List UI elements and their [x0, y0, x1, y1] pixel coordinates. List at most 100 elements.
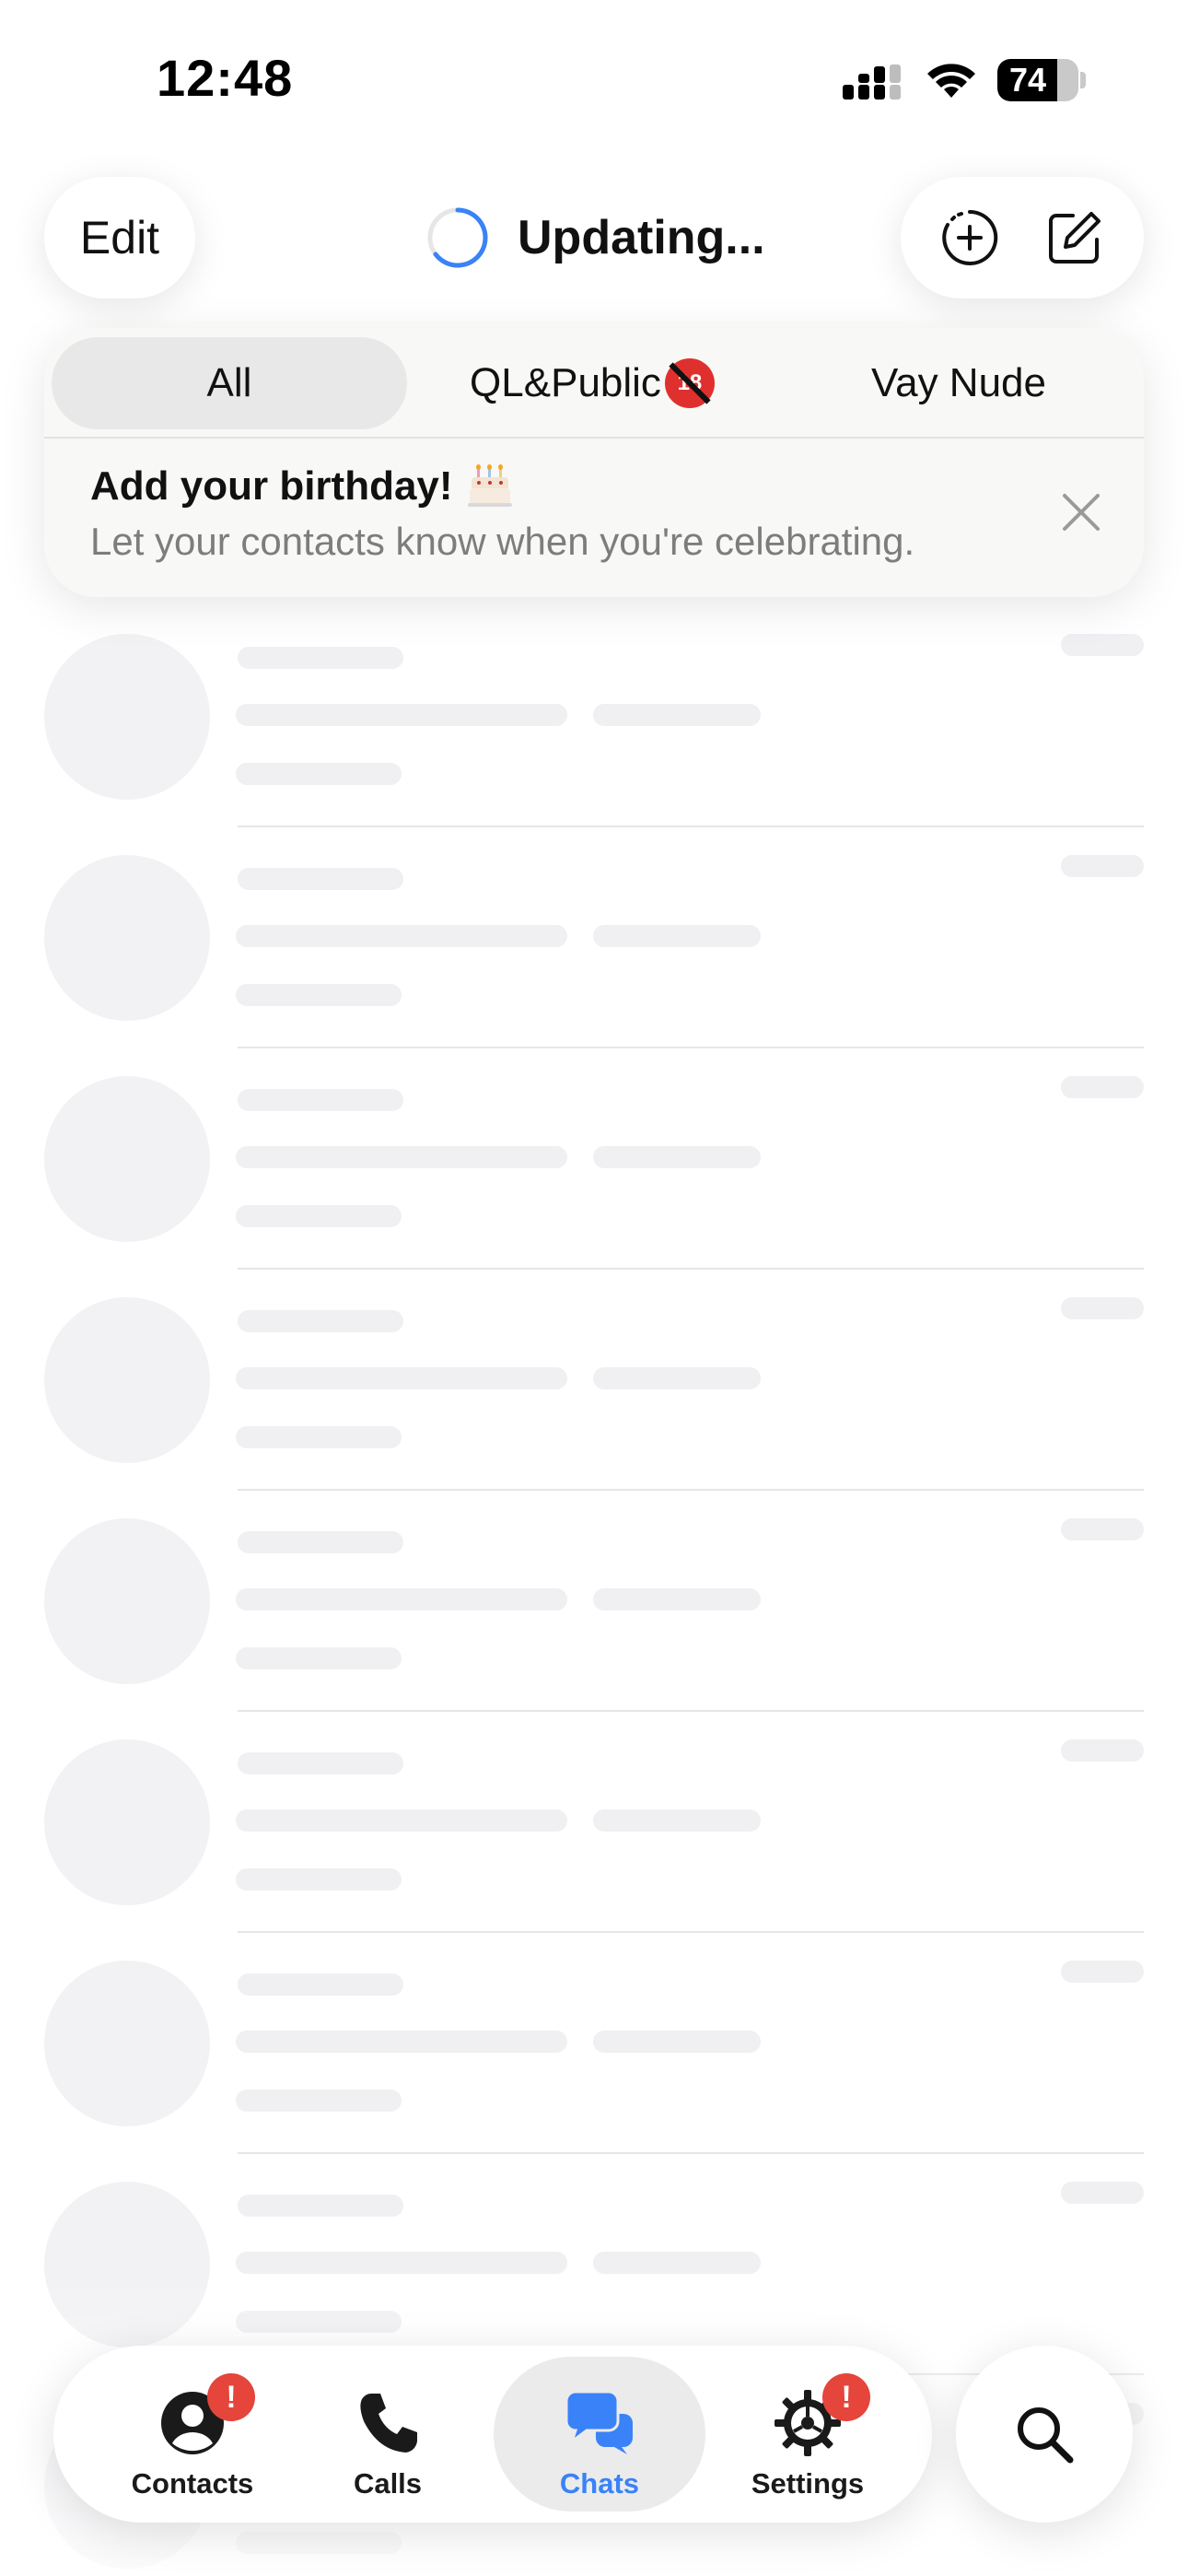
- folders-card: All QL&Public 18 Vay Nude Add your birth…: [44, 328, 1144, 597]
- message-placeholder: [236, 1809, 567, 1832]
- message-placeholder: [236, 704, 567, 726]
- chat-row-placeholder: [0, 1961, 1188, 2182]
- message-placeholder: [236, 2090, 402, 2112]
- updating-status: Updating...: [518, 211, 765, 264]
- chat-row-placeholder: [0, 634, 1188, 855]
- message-placeholder: [236, 1647, 402, 1669]
- avatar-placeholder: [44, 1961, 210, 2126]
- header-title: Updating...: [424, 201, 765, 275]
- cellular-signal-icon: [843, 64, 901, 100]
- chat-row-placeholder: [0, 1076, 1188, 1297]
- battery-icon: 74: [997, 59, 1086, 101]
- close-icon[interactable]: [1055, 486, 1107, 538]
- status-time: 12:48: [157, 49, 294, 107]
- tab-contacts[interactable]: ! Contacts: [87, 2357, 298, 2512]
- birthday-banner-subtitle: Let your contacts know when you're celeb…: [90, 520, 915, 563]
- folder-tabs: All QL&Public 18 Vay Nude: [44, 328, 1144, 437]
- compose-icon[interactable]: [1045, 208, 1104, 267]
- name-placeholder: [238, 1973, 403, 1996]
- search-button[interactable]: [956, 2346, 1133, 2523]
- row-divider: [238, 1268, 1144, 1270]
- loading-spinner-icon: [427, 207, 488, 268]
- message-placeholder: [236, 1367, 567, 1389]
- wifi-icon: [927, 64, 975, 98]
- time-placeholder: [1061, 634, 1144, 656]
- time-placeholder: [1061, 2182, 1144, 2204]
- time-placeholder: [1061, 1961, 1144, 1983]
- tab-settings[interactable]: ! Settings: [702, 2357, 914, 2512]
- chat-row-placeholder: [0, 1518, 1188, 1739]
- message-placeholder: [593, 1146, 761, 1168]
- message-placeholder: [236, 763, 402, 785]
- chat-row-placeholder: [0, 855, 1188, 1076]
- name-placeholder: [238, 2195, 403, 2217]
- tab-vay-nude[interactable]: Vay Nude: [781, 337, 1136, 429]
- time-placeholder: [1061, 1076, 1144, 1098]
- tab-label: Settings: [751, 2467, 865, 2500]
- message-placeholder: [236, 1426, 402, 1448]
- phone-icon: [360, 2394, 417, 2453]
- message-placeholder: [593, 2031, 761, 2053]
- message-placeholder: [236, 984, 402, 1006]
- name-placeholder: [238, 647, 403, 669]
- name-placeholder: [238, 1752, 403, 1774]
- message-placeholder: [236, 1205, 402, 1227]
- tab-label: Vay Nude: [871, 360, 1046, 405]
- avatar-placeholder: [44, 855, 210, 1021]
- time-placeholder: [1061, 1739, 1144, 1762]
- tab-ql-public[interactable]: QL&Public 18: [422, 337, 763, 429]
- avatar-placeholder: [44, 1076, 210, 1242]
- chat-row-placeholder: [0, 1297, 1188, 1518]
- time-placeholder: [1061, 855, 1144, 877]
- time-placeholder: [1061, 1297, 1144, 1319]
- avatar-placeholder: [44, 1297, 210, 1463]
- tab-calls[interactable]: Calls: [282, 2357, 494, 2512]
- settings-badge: !: [822, 2373, 870, 2421]
- birthday-banner-title[interactable]: Add your birthday!: [90, 463, 514, 510]
- edit-button[interactable]: Edit: [44, 177, 195, 299]
- divider: [44, 437, 1144, 439]
- row-divider: [238, 1047, 1144, 1048]
- tab-label: Calls: [353, 2467, 423, 2500]
- chat-row-placeholder: [0, 1739, 1188, 1961]
- message-placeholder: [236, 925, 567, 947]
- message-placeholder: [593, 925, 761, 947]
- message-placeholder: [236, 2031, 567, 2053]
- status-bar: 12:48 74: [0, 0, 1188, 157]
- tab-label: Chats: [559, 2467, 640, 2500]
- tab-label: QL&Public: [470, 360, 661, 405]
- row-divider: [238, 1710, 1144, 1712]
- message-placeholder: [593, 1588, 761, 1610]
- message-placeholder: [236, 1588, 567, 1610]
- birthday-cake-emoji: [467, 464, 512, 507]
- contacts-badge: !: [207, 2373, 255, 2421]
- search-icon: [1018, 2407, 1074, 2464]
- no-under-18-emoji: 18: [664, 358, 715, 408]
- row-divider: [238, 825, 1144, 827]
- row-divider: [238, 2152, 1144, 2154]
- tab-bar: ! Contacts Calls Chats ! Settings: [53, 2346, 932, 2523]
- name-placeholder: [238, 1531, 403, 1553]
- new-story-icon[interactable]: [940, 208, 999, 267]
- message-placeholder: [593, 1809, 761, 1832]
- avatar-placeholder: [44, 1739, 210, 1905]
- message-placeholder: [236, 1868, 402, 1891]
- avatar-placeholder: [44, 634, 210, 800]
- name-placeholder: [238, 868, 403, 890]
- message-placeholder: [593, 704, 761, 726]
- tab-label: Contacts: [131, 2467, 254, 2500]
- banner-title-text: Add your birthday!: [90, 463, 453, 509]
- header-actions: [901, 177, 1144, 299]
- message-placeholder: [236, 1146, 567, 1168]
- battery-level: 74: [1008, 61, 1047, 99]
- tab-all[interactable]: All: [52, 337, 407, 429]
- avatar-placeholder: [44, 1518, 210, 1684]
- chat-bubbles-icon: [565, 2390, 633, 2454]
- message-placeholder: [593, 1367, 761, 1389]
- tab-chats[interactable]: Chats: [494, 2357, 705, 2512]
- name-placeholder: [238, 1089, 403, 1111]
- row-divider: [238, 1931, 1144, 1933]
- tab-label: All: [206, 360, 252, 405]
- name-placeholder: [238, 1310, 403, 1332]
- row-divider: [238, 1489, 1144, 1491]
